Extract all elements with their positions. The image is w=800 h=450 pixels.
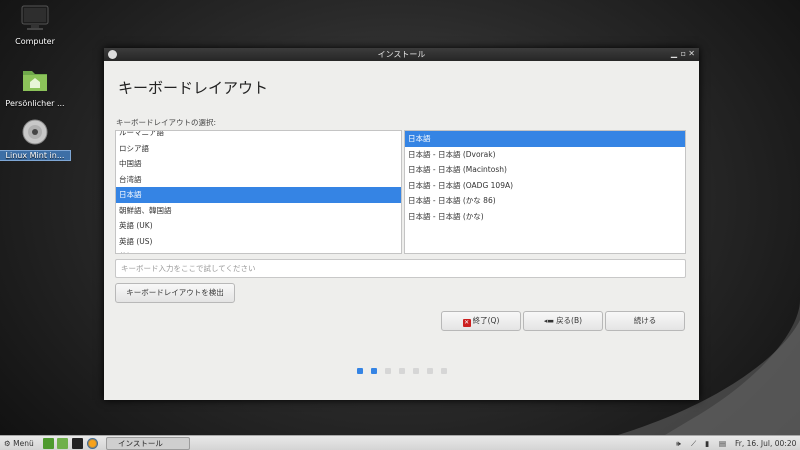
monitor-icon: [21, 5, 49, 30]
menu-icon: ⚙: [4, 439, 11, 448]
menu-label: Menü: [13, 439, 34, 448]
firefox-icon[interactable]: [87, 438, 98, 449]
home-folder-icon: [23, 71, 47, 91]
clock[interactable]: Fr, 16. Jul, 00:20: [735, 436, 796, 450]
taskbar-window-label: インストール: [118, 439, 163, 448]
show-desktop-icon[interactable]: [43, 438, 54, 449]
desktop-icon-label: Persönlicher ...: [5, 99, 65, 108]
desktop-icon-label: Linux Mint in...: [0, 150, 71, 161]
file-manager-icon[interactable]: [57, 438, 68, 449]
desktop-icon-label: Computer: [15, 37, 55, 46]
step-dot: [441, 368, 447, 374]
variant-list-item[interactable]: 日本語: [405, 131, 685, 147]
language-list-item[interactable]: 台湾語: [116, 172, 401, 188]
clipboard-icon[interactable]: ▤: [719, 436, 726, 450]
back-button-label: 戻る(B): [556, 316, 583, 325]
language-list-item[interactable]: 朝鮮語、韓国語: [116, 203, 401, 219]
quit-button[interactable]: ✕ 終了(Q): [441, 311, 521, 331]
variant-list-item[interactable]: 日本語 - 日本語 (かな): [405, 209, 685, 225]
disc-icon: [22, 119, 48, 145]
page-title: キーボードレイアウト: [118, 79, 269, 97]
variant-list-item[interactable]: 日本語 - 日本語 (OADG 109A): [405, 178, 685, 194]
step-dot: [413, 368, 419, 374]
language-list-item[interactable]: 英語 (US): [116, 234, 401, 250]
variant-list[interactable]: 日本語 日本語 - 日本語 (Dvorak) 日本語 - 日本語 (Macintos…: [404, 130, 686, 254]
step-dot: [385, 368, 391, 374]
minimize-icon[interactable]: ▁: [671, 49, 677, 58]
next-button[interactable]: 続ける: [605, 311, 685, 331]
back-button[interactable]: ◂▬ 戻る(B): [523, 311, 603, 331]
variant-list-item[interactable]: 日本語 - 日本語 (Macintosh): [405, 162, 685, 178]
keyboard-test-input[interactable]: キーボード入力をここで試してください: [115, 259, 686, 278]
network-icon[interactable]: ⟋: [691, 436, 696, 450]
step-dot: [357, 368, 363, 374]
close-icon[interactable]: ✕: [688, 49, 695, 58]
variant-list-item[interactable]: 日本語 - 日本語 (かな 86): [405, 193, 685, 209]
window-titlebar[interactable]: インストール ▁ ▫ ✕: [104, 48, 699, 61]
detect-layout-button[interactable]: キーボードレイアウトを検出: [115, 283, 235, 303]
step-dot: [399, 368, 405, 374]
step-progress: [357, 368, 452, 374]
language-list-item[interactable]: 中国語: [116, 156, 401, 172]
desktop-icon-installer[interactable]: Linux Mint in...: [0, 118, 71, 161]
language-list-item[interactable]: 日本語: [116, 187, 401, 203]
back-arrow-icon: ◂▬: [543, 317, 555, 325]
taskbar-window-button[interactable]: インストール: [106, 437, 190, 450]
window-title: インストール: [377, 50, 426, 59]
language-list-item[interactable]: ルーマニア語: [116, 131, 401, 141]
installer-window: インストール ▁ ▫ ✕ キーボードレイアウト キーボードレイアウトの選択: ル…: [104, 48, 699, 400]
step-dot: [427, 368, 433, 374]
terminal-icon[interactable]: [72, 438, 83, 449]
maximize-icon[interactable]: ▫: [681, 49, 686, 58]
language-list-item[interactable]: ロシア語: [116, 141, 401, 157]
layout-select-label: キーボードレイアウトの選択:: [116, 118, 217, 127]
desktop-icon-home[interactable]: Persönlicher ...: [0, 66, 70, 108]
language-list-item[interactable]: 英語 (UK): [116, 218, 401, 234]
desktop-icon-computer[interactable]: Computer: [0, 4, 70, 46]
language-list-item[interactable]: 英語 (カメルーン): [116, 249, 401, 253]
taskbar: ⚙ Menü インストール 🕪 ⟋ ▮ ▤ Fr, 16. Jul, 00:20: [0, 435, 800, 450]
quit-icon: ✕: [462, 319, 471, 327]
battery-icon[interactable]: ▮: [705, 436, 709, 450]
step-dot: [371, 368, 377, 374]
quit-button-label: 終了(Q): [472, 316, 500, 325]
volume-icon[interactable]: 🕪: [676, 436, 681, 450]
variant-list-item[interactable]: 日本語 - 日本語 (Dvorak): [405, 147, 685, 163]
language-list[interactable]: ルーマニア語 ロシア語 中国語 台湾語 日本語 朝鮮語、韓国語 英語 (UK) 英語 (US)…: [115, 130, 402, 254]
menu-button[interactable]: ⚙ Menü: [4, 436, 34, 450]
